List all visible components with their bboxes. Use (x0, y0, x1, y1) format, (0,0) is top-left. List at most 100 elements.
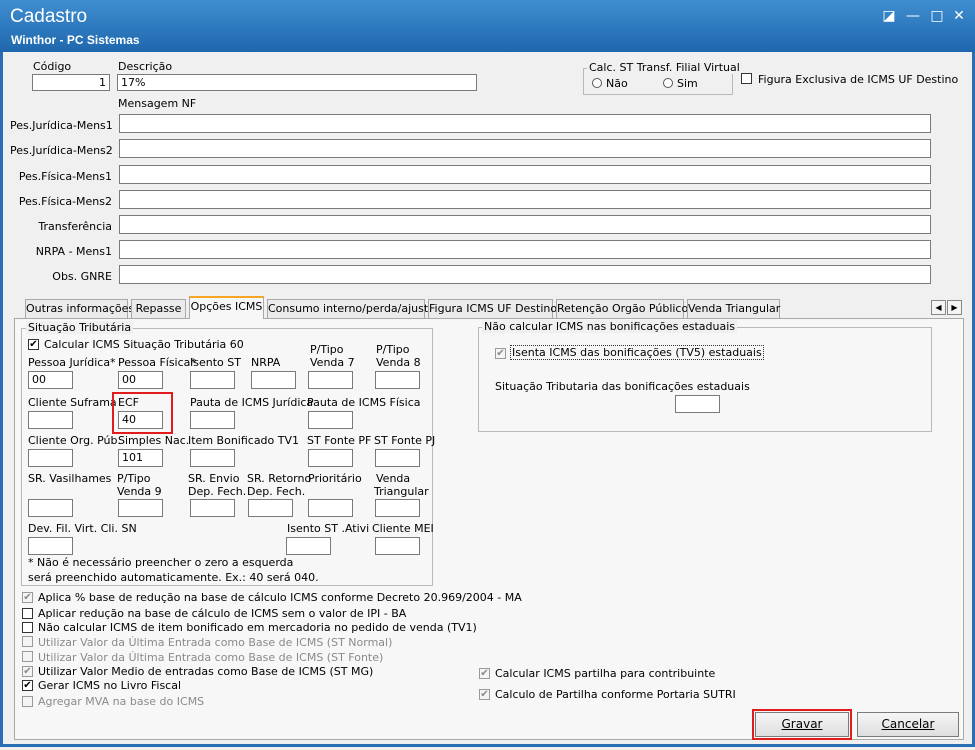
cliente-suframa-input[interactable] (28, 411, 73, 429)
simples-nac-label: Simples Nac. (118, 434, 190, 447)
calc-60-checkbox[interactable]: ✔ (28, 339, 39, 350)
tab-repasse[interactable]: Repasse (131, 299, 186, 318)
sr-retorno-input[interactable] (248, 499, 293, 517)
situacao-bonificacoes-label: Situação Tributaria das bonificações est… (495, 380, 750, 393)
nrpa-input[interactable] (251, 371, 296, 389)
msg-input-nrpa[interactable] (119, 240, 931, 259)
st-fonte-pf-label: ST Fonte PF (307, 434, 372, 447)
sr-vasilhames-input[interactable] (28, 499, 73, 517)
radio-nao[interactable] (592, 78, 602, 88)
sr-envio-label-b: Dep. Fech. (188, 485, 247, 498)
close-icon[interactable]: ✕ (950, 8, 968, 24)
pauta-fisica-label: Pauta de ICMS Física (307, 396, 421, 409)
option-label-ultima-entrada-fonte: Utilizar Valor da Última Entrada como Ba… (38, 651, 384, 664)
p-tipo-venda8-label-b: Venda 8 (376, 356, 421, 369)
pauta-fisica-input[interactable] (308, 411, 353, 429)
p-tipo-venda9-label-b: Venda 9 (117, 485, 162, 498)
option-checkbox-decreto-ma[interactable]: ✔ (22, 592, 33, 603)
tab-outras-informacoes[interactable]: Outras informações (25, 299, 134, 318)
tab-figura-icms[interactable]: Figura ICMS UF Destino (428, 299, 557, 318)
msg-input-pj2[interactable] (119, 139, 931, 158)
msg-label-transferencia: Transferência (38, 220, 112, 233)
pessoa-fisica-input[interactable]: 00 (118, 371, 163, 389)
descricao-label: Descrição (118, 60, 173, 73)
tab-venda-triangular[interactable]: Venda Triangular (687, 299, 780, 318)
item-bonificado-label: Item Bonificado TV1 (188, 434, 300, 447)
msg-label-nrpa: NRPA - Mens1 (35, 245, 112, 258)
option-checkbox-reducao-ipi[interactable] (22, 608, 33, 619)
cliente-mei-label: Cliente MEI (372, 522, 434, 535)
isento-st-ativi-input[interactable] (286, 537, 331, 555)
prioritario-label: Prioritário (308, 472, 362, 485)
pauta-juridica-input[interactable] (190, 411, 235, 429)
option-checkbox-ultima-entrada-fonte[interactable] (22, 651, 33, 662)
option-checkbox-livro-fiscal[interactable]: ✔ (22, 680, 33, 691)
msg-label-gnre: Obs. GNRE (52, 270, 112, 283)
ecf-highlight (112, 392, 173, 434)
sr-envio-input[interactable] (190, 499, 235, 517)
window-title: Cadastro (10, 6, 88, 27)
p-tipo-venda9-input[interactable] (118, 499, 163, 517)
descricao-input[interactable]: 17% (117, 74, 477, 91)
tab-consumo-interno[interactable]: Consumo interno/perda/ajuste (267, 299, 435, 318)
st-fonte-pj-input[interactable] (375, 449, 420, 467)
st-fonte-pj-label: ST Fonte PJ (374, 434, 436, 447)
situacao-bonificacoes-input[interactable] (675, 395, 720, 413)
cliente-mei-input[interactable] (375, 537, 420, 555)
option-checkbox-ultima-entrada-normal[interactable] (22, 636, 33, 647)
p-tipo-venda9-label-a: P/Tipo (117, 472, 151, 485)
maximize-icon[interactable]: □ (928, 8, 946, 24)
minimize-icon[interactable]: — (904, 8, 922, 24)
isento-st-ativi-label: Isento ST .Ativi (287, 522, 370, 535)
option-checkbox-bonificado-tv1[interactable] (22, 622, 33, 633)
msg-input-pf2[interactable] (119, 190, 931, 209)
sr-envio-label-a: SR. Envio (188, 472, 240, 485)
figura-exclusiva-checkbox[interactable] (741, 73, 752, 84)
msg-input-transferencia[interactable] (119, 215, 931, 234)
partilha-sutri-checkbox[interactable]: ✔ (479, 689, 490, 700)
tab-scroll-right-icon[interactable]: ▶ (947, 300, 962, 315)
pauta-juridica-label: Pauta de ICMS Jurídica (190, 396, 314, 409)
pessoa-juridica-input[interactable]: 00 (28, 371, 73, 389)
tab-opcoes-icms[interactable]: Opções ICMS (189, 296, 264, 319)
dev-fil-virt-input[interactable] (28, 537, 73, 555)
option-label-livro-fiscal: Gerar ICMS no Livro Fiscal (38, 679, 182, 692)
msg-input-pj1[interactable] (119, 114, 931, 133)
isenta-tv5-checkbox[interactable]: ✔ (495, 348, 506, 359)
title-bar (0, 0, 975, 52)
sr-vasilhames-label: SR. Vasilhames (28, 472, 112, 485)
codigo-label: Código (33, 60, 72, 73)
restore-icon[interactable]: ◪ (880, 8, 898, 24)
p-tipo-venda8-input[interactable] (375, 371, 420, 389)
cancelar-button[interactable]: Cancelar (857, 712, 959, 737)
tab-scroll-left-icon[interactable]: ◀ (931, 300, 946, 315)
sr-retorno-label-b: Dep. Fech. (247, 485, 306, 498)
prioritario-input[interactable] (308, 499, 353, 517)
note-line-2: será preenchido automaticamente. Ex.: 40… (28, 571, 319, 584)
msg-input-pf1[interactable] (119, 165, 931, 184)
partilha-contribuinte-label: Calcular ICMS partilha para contribuinte (495, 667, 716, 680)
option-label-bonificado-tv1: Não calcular ICMS de item bonificado em … (38, 621, 477, 634)
msg-input-gnre[interactable] (119, 265, 931, 284)
option-checkbox-agregar-mva[interactable] (22, 696, 33, 707)
venda-triangular-input[interactable] (375, 499, 420, 517)
calc-60-label: Calcular ICMS Situação Tributária 60 (44, 338, 244, 351)
msg-label-pf1: Pes.Física-Mens1 (18, 170, 112, 183)
radio-sim[interactable] (663, 78, 673, 88)
item-bonificado-input[interactable] (190, 449, 235, 467)
cliente-org-pub-label: Cliente Org. Púb. (28, 434, 121, 447)
sr-retorno-label-a: SR. Retorno (247, 472, 312, 485)
isenta-tv5-label: Isenta ICMS das bonificações (TV5) estad… (510, 345, 764, 360)
isento-st-input[interactable] (190, 371, 235, 389)
tab-retencao[interactable]: Retenção Orgão Público (556, 299, 688, 318)
option-label-agregar-mva: Agregar MVA na base do ICMS (38, 695, 205, 708)
codigo-input[interactable]: 1 (32, 74, 110, 91)
partilha-contribuinte-checkbox[interactable]: ✔ (479, 668, 490, 679)
msg-label-pj1: Pes.Jurídica-Mens1 (10, 119, 113, 132)
option-checkbox-valor-medio[interactable]: ✔ (22, 666, 33, 677)
cliente-org-pub-input[interactable] (28, 449, 73, 467)
simples-nac-input[interactable]: 101 (118, 449, 163, 467)
p-tipo-venda7-input[interactable] (308, 371, 353, 389)
st-fonte-pf-input[interactable] (308, 449, 353, 467)
gravar-highlight (752, 709, 852, 740)
